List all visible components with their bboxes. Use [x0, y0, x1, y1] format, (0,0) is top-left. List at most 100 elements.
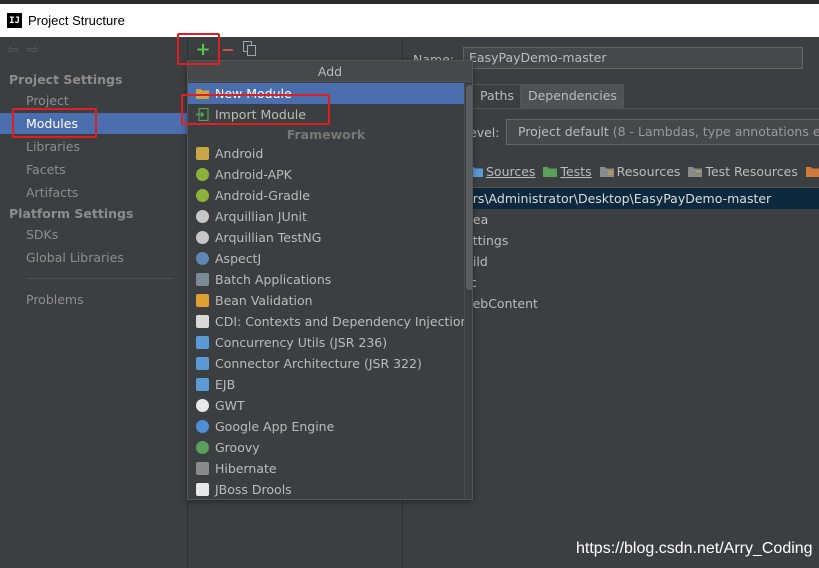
android-icon: [196, 168, 209, 181]
mark-resources-button[interactable]: Resources: [599, 164, 681, 179]
menu-item-label: Bean Validation: [215, 293, 313, 308]
menu-item-label: Arquillian JUnit: [215, 209, 307, 224]
sidebar-item-project[interactable]: Project: [26, 90, 69, 111]
sidebar-item-global-libraries[interactable]: Global Libraries: [26, 247, 124, 268]
new-module-icon: [196, 89, 209, 99]
ejb-icon: [196, 378, 209, 391]
language-level-value: Project default: [518, 124, 609, 139]
tab-divider: [463, 108, 819, 109]
menu-item-label: Android-Gradle: [215, 188, 310, 203]
tree-row[interactable]: ettings: [465, 230, 819, 251]
menu-item-label: New Module: [215, 86, 292, 101]
menu-item-framework[interactable]: JBoss Drools: [188, 479, 464, 499]
cdi-icon: [196, 315, 209, 328]
app-engine-icon: [196, 420, 209, 433]
tree-row[interactable]: dea: [465, 209, 819, 230]
test-resources-folder-icon: [688, 167, 703, 177]
modules-toolbar: + −: [188, 37, 402, 61]
menu-item-label: Concurrency Utils (JSR 236): [215, 335, 388, 350]
scrollbar-thumb[interactable]: [466, 85, 472, 290]
menu-item-framework[interactable]: Bean Validation: [188, 290, 464, 311]
menu-item-label: Android-APK: [215, 167, 292, 182]
language-level-select[interactable]: Project default (8 - Lambdas, type annot…: [506, 119, 819, 145]
menu-item-label: JBoss Drools: [215, 482, 292, 497]
resources-folder-icon: [599, 167, 614, 177]
menu-item-framework[interactable]: AspectJ: [188, 248, 464, 269]
framework-section-header: Framework: [286, 127, 366, 142]
excluded-folder-icon: [805, 167, 819, 177]
menu-item-label: GWT: [215, 398, 245, 413]
menu-item-import-module[interactable]: Import Module: [188, 104, 464, 125]
menu-item-label: Hibernate: [215, 461, 277, 476]
menu-item-label: Groovy: [215, 440, 260, 455]
tree-row-root[interactable]: ers\Administrator\Desktop\EasyPayDemo-ma…: [465, 188, 819, 209]
drools-icon: [196, 483, 209, 496]
tab-dependencies[interactable]: Dependencies: [520, 84, 624, 108]
sidebar-item-sdks[interactable]: SDKs: [26, 224, 58, 245]
menu-item-framework[interactable]: Google App Engine: [188, 416, 464, 437]
arrow-right-icon[interactable]: ⇨: [27, 42, 39, 58]
mark-sources-button[interactable]: Sources: [469, 164, 535, 179]
hibernate-icon: [196, 462, 209, 475]
module-name-field[interactable]: EasyPayDemo-master: [463, 47, 803, 69]
menu-item-framework[interactable]: Arquillian JUnit: [188, 206, 464, 227]
sidebar-item-libraries[interactable]: Libraries: [26, 136, 80, 157]
mark-tests-label: Tests: [560, 164, 592, 179]
menu-item-framework[interactable]: Android-APK: [188, 164, 464, 185]
window-title: Project Structure: [28, 13, 125, 28]
mark-tests-button[interactable]: Tests: [543, 164, 592, 179]
title-bar: IJ Project Structure: [0, 0, 819, 37]
batch-folder-icon: [196, 273, 209, 286]
arquillian-icon: [196, 210, 209, 223]
intellij-icon: IJ: [7, 13, 22, 28]
menu-item-framework[interactable]: Groovy: [188, 437, 464, 458]
settings-sidebar: ⇦ ⇨ Project Settings Project Modules Lib…: [0, 37, 188, 568]
menu-item-label: Arquillian TestNG: [215, 230, 322, 245]
language-level-hint: (8 - Lambdas, type annotations etc.): [612, 124, 819, 139]
remove-module-button[interactable]: −: [221, 38, 235, 60]
popup-scrollbar[interactable]: [464, 83, 472, 499]
sidebar-divider: [26, 278, 174, 279]
mark-excluded-button[interactable]: [805, 164, 819, 179]
tree-row[interactable]: VebContent: [465, 293, 819, 314]
import-module-icon: [196, 108, 209, 121]
sidebar-item-problems[interactable]: Problems: [26, 289, 84, 310]
tests-folder-icon: [543, 167, 558, 177]
sidebar-item-modules[interactable]: Modules: [0, 113, 188, 134]
android-icon: [196, 189, 209, 202]
menu-item-framework[interactable]: CDI: Contexts and Dependency Injection: [188, 311, 468, 332]
tree-row[interactable]: rc: [465, 272, 819, 293]
bean-validation-icon: [196, 294, 209, 307]
menu-item-label: Batch Applications: [215, 272, 332, 287]
menu-item-framework[interactable]: Connector Architecture (JSR 322): [188, 353, 464, 374]
watermark-text: https://blog.csdn.net/Arry_Coding: [576, 540, 813, 557]
project-settings-heading: Project Settings: [9, 72, 123, 87]
menu-item-framework[interactable]: Arquillian TestNG: [188, 227, 464, 248]
menu-item-framework[interactable]: Android-Gradle: [188, 185, 464, 206]
add-popup-menu: Add New Module Import Module Framework A…: [187, 60, 473, 500]
copy-module-button[interactable]: [243, 41, 257, 57]
nav-arrows: ⇦ ⇨: [7, 42, 38, 58]
sidebar-item-facets[interactable]: Facets: [26, 159, 66, 180]
language-level-label: evel:: [469, 125, 500, 140]
menu-item-framework[interactable]: GWT: [188, 395, 464, 416]
copy-icon-front: [247, 45, 256, 56]
menu-item-framework[interactable]: Android: [188, 143, 464, 164]
menu-item-new-module[interactable]: New Module: [188, 83, 464, 104]
popup-title: Add: [188, 61, 472, 82]
menu-item-label: CDI: Contexts and Dependency Injection: [215, 314, 469, 329]
menu-item-framework[interactable]: EJB: [188, 374, 464, 395]
sidebar-item-artifacts[interactable]: Artifacts: [26, 182, 78, 203]
mark-resources-label: Resources: [616, 164, 681, 179]
mark-test-resources-button[interactable]: Test Resources: [688, 164, 798, 179]
menu-item-framework[interactable]: Hibernate: [188, 458, 464, 479]
menu-item-framework[interactable]: Batch Applications: [188, 269, 464, 290]
mark-test-resources-label: Test Resources: [705, 164, 798, 179]
arrow-left-icon[interactable]: ⇦: [7, 42, 19, 58]
groovy-icon: [196, 441, 209, 454]
menu-item-framework[interactable]: Concurrency Utils (JSR 236): [188, 332, 464, 353]
mark-sources-label: Sources: [486, 164, 536, 179]
add-module-button[interactable]: +: [192, 38, 214, 60]
tree-row[interactable]: uild: [465, 251, 819, 272]
concurrency-icon: [196, 336, 209, 349]
